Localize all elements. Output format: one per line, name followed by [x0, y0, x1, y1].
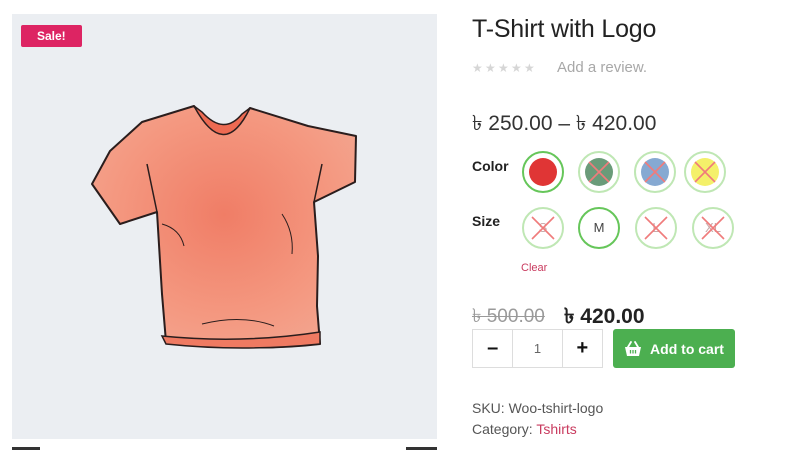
product-title: T-Shirt with Logo: [472, 15, 657, 43]
tshirt-image[interactable]: [12, 14, 437, 439]
category-row: Category: Tshirts: [472, 421, 577, 437]
size-swatch-l[interactable]: L: [635, 207, 677, 249]
size-label: Size: [472, 213, 501, 229]
category-label: Category:: [472, 421, 533, 437]
size-swatch-s[interactable]: S: [522, 207, 564, 249]
unavailable-cross-icon: [531, 216, 555, 240]
color-label: Color: [472, 158, 509, 174]
sku-value: Woo-tshirt-logo: [508, 400, 604, 416]
quantity-stepper: – 1 +: [472, 329, 603, 368]
unavailable-cross-icon: [588, 161, 610, 183]
star-icon: ★: [485, 61, 496, 75]
quantity-decrease-button[interactable]: –: [473, 330, 512, 367]
color-swatch-red[interactable]: [522, 151, 564, 193]
size-option-label: M: [593, 220, 605, 235]
color-swatch-yellow[interactable]: [684, 151, 726, 193]
add-review-link[interactable]: Add a review.: [557, 59, 647, 76]
sale-badge: Sale!: [21, 25, 82, 47]
size-swatch-xl[interactable]: XL: [692, 207, 734, 249]
star-icon: ★: [498, 61, 509, 75]
star-icon: ★: [511, 61, 522, 75]
unavailable-cross-icon: [644, 216, 668, 240]
price-range: ৳ 250.00 – ৳ 420.00: [472, 112, 657, 135]
unavailable-cross-icon: [701, 216, 725, 240]
quantity-increase-button[interactable]: +: [563, 330, 602, 367]
add-to-cart-label: Add to cart: [650, 340, 724, 357]
clear-selection-link[interactable]: Clear: [521, 262, 547, 274]
unavailable-cross-icon: [694, 161, 716, 183]
color-dot-red: [529, 158, 557, 186]
star-icon: ★: [472, 61, 483, 75]
quantity-input[interactable]: 1: [512, 330, 563, 367]
star-icon: ★: [524, 61, 535, 75]
size-swatch-m[interactable]: M: [578, 207, 620, 249]
sku-row: SKU: Woo-tshirt-logo: [472, 400, 603, 416]
color-swatch-green[interactable]: [578, 151, 620, 193]
color-swatch-blue[interactable]: [634, 151, 676, 193]
star-rating: ★ ★ ★ ★ ★: [472, 62, 536, 74]
sku-label: SKU:: [472, 400, 505, 416]
add-to-cart-button[interactable]: Add to cart: [613, 329, 735, 368]
category-link[interactable]: Tshirts: [536, 421, 576, 437]
basket-icon: [625, 340, 642, 356]
product-gallery: Sale!: [12, 14, 437, 439]
unavailable-cross-icon: [644, 161, 666, 183]
